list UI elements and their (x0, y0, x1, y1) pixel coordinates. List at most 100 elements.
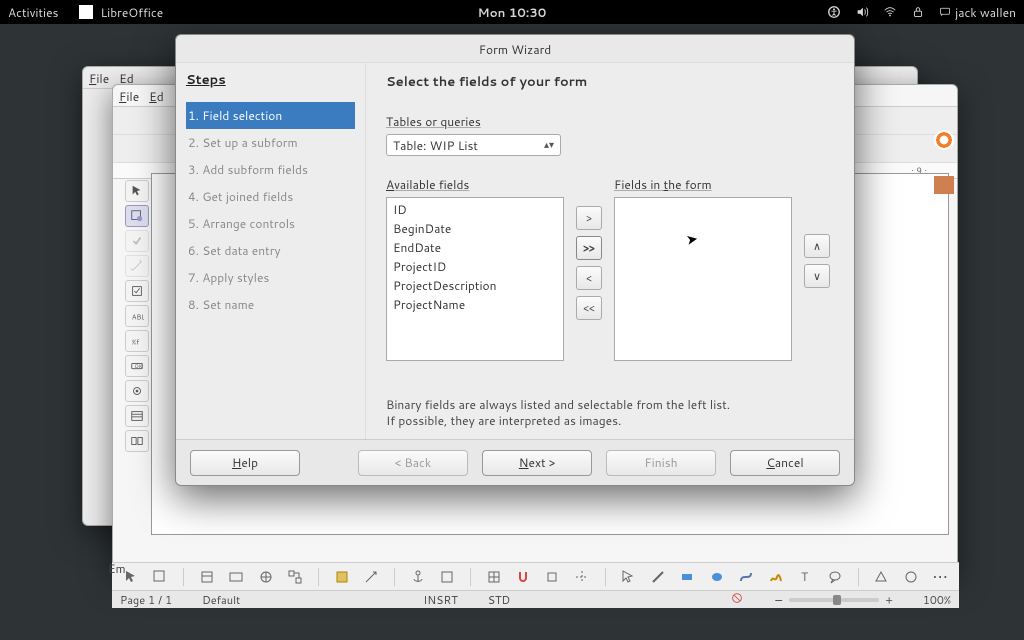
drawing-toolbar: T ⋯ (112, 562, 959, 590)
select-tool-icon[interactable] (125, 180, 149, 202)
add-field-icon[interactable] (331, 567, 352, 587)
help-buoy-icon[interactable] (934, 130, 954, 150)
anchor-icon[interactable] (407, 567, 428, 587)
grid-icon[interactable] (483, 567, 504, 587)
navigator-icon[interactable] (255, 567, 276, 587)
help-button[interactable]: Help (190, 450, 300, 476)
steps-panel: Steps 1. Field selection 2. Set up a sub… (176, 63, 366, 439)
step-8-set-name[interactable]: 8. Set name (186, 291, 355, 318)
freeform-icon[interactable] (765, 567, 786, 587)
ellipse-icon[interactable] (706, 567, 727, 587)
wifi-icon[interactable] (883, 5, 897, 19)
step-4-joined-fields[interactable]: 4. Get joined fields (186, 183, 355, 210)
add-field-button[interactable]: > (576, 206, 602, 230)
zoom-slider[interactable]: − + (774, 592, 893, 608)
form-design-icon[interactable] (149, 567, 170, 587)
list-item[interactable]: EndDate (389, 238, 561, 257)
remove-all-fields-button[interactable]: << (576, 296, 602, 320)
menu-edit[interactable]: Ed (119, 70, 134, 85)
step-3-add-subform-fields[interactable]: 3. Add subform fields (186, 156, 355, 183)
volume-icon[interactable] (855, 5, 869, 19)
listbox-control-icon[interactable] (125, 405, 149, 427)
zoom-in-icon[interactable]: + (885, 592, 893, 608)
tables-queries-combo[interactable]: Table: WIP List ▴▾ (386, 134, 561, 156)
form-properties-icon[interactable] (225, 567, 246, 587)
control-wizard-icon[interactable] (125, 230, 149, 252)
finish-button[interactable]: Finish (606, 450, 716, 476)
form-design-icon[interactable] (125, 205, 149, 227)
symbol-shapes-icon[interactable] (900, 567, 921, 587)
user-menu[interactable]: jack wallen (939, 4, 1016, 21)
truncated-title: Em (108, 560, 126, 577)
checkbox-control-icon[interactable] (125, 280, 149, 302)
accessibility-icon[interactable] (827, 5, 841, 19)
align-icon[interactable] (436, 567, 457, 587)
zoom-out-icon[interactable]: − (774, 592, 783, 608)
app-menu[interactable]: LibreOffice (79, 4, 164, 21)
form-fields-label: Fields in the form (614, 176, 792, 193)
form-fields-listbox[interactable] (614, 197, 792, 361)
helplines-icon[interactable] (571, 567, 592, 587)
step-7-apply-styles[interactable]: 7. Apply styles (186, 264, 355, 291)
menu-file[interactable]: FFileile (89, 70, 109, 85)
rect-icon[interactable] (677, 567, 698, 587)
lock-icon[interactable] (911, 5, 925, 19)
cursor-icon[interactable] (618, 567, 639, 587)
wand-icon[interactable] (125, 255, 149, 277)
menu-edit[interactable]: Ed (149, 88, 164, 103)
list-item[interactable]: ProjectDescription (389, 276, 561, 295)
add-all-fields-button[interactable]: >> (576, 236, 602, 260)
basic-shapes-icon[interactable] (871, 567, 892, 587)
text-icon[interactable]: T (795, 567, 816, 587)
selection-mode[interactable]: STD (488, 592, 510, 608)
user-name-label: jack wallen (955, 4, 1016, 21)
save-indicator-icon (730, 591, 744, 609)
list-item[interactable]: BeginDate (389, 219, 561, 238)
panel-clock[interactable]: Mon 10:30 (478, 4, 547, 21)
slider-track[interactable] (789, 598, 879, 602)
next-button[interactable]: Next > (482, 450, 592, 476)
back-button[interactable]: < Back (358, 450, 468, 476)
zoom-percent[interactable]: 100% (923, 592, 951, 608)
tab-order-icon[interactable] (284, 567, 305, 587)
info-line-1: Binary fields are always listed and sele… (386, 397, 730, 413)
snap-icon[interactable] (512, 567, 533, 587)
step-1-field-selection[interactable]: 1. Field selection (186, 102, 355, 129)
curve-icon[interactable] (736, 567, 757, 587)
move-up-button[interactable]: ∧ (804, 234, 830, 258)
svg-text:ABL: ABL (132, 313, 144, 323)
right-toolbar-fragment (934, 130, 954, 194)
label-control-icon[interactable]: ABL (125, 305, 149, 327)
cancel-button[interactable]: Cancel (730, 450, 840, 476)
pushbutton-control-icon[interactable]: OK (125, 355, 149, 377)
libreoffice-icon (79, 5, 93, 19)
line-icon[interactable] (647, 567, 668, 587)
insert-mode[interactable]: INSRT (423, 592, 457, 608)
list-item[interactable]: ProjectID (389, 257, 561, 276)
list-item[interactable]: ProjectName (389, 295, 561, 314)
more-controls-icon[interactable] (125, 430, 149, 452)
step-5-arrange-controls[interactable]: 5. Arrange controls (186, 210, 355, 237)
properties-icon[interactable] (196, 567, 217, 587)
order-buttons: ∧ ∨ (804, 174, 830, 361)
guides-icon[interactable] (542, 567, 563, 587)
step-2-setup-subform[interactable]: 2. Set up a subform (186, 129, 355, 156)
list-item[interactable]: ID (389, 200, 561, 219)
more-icon[interactable]: ⋯ (930, 567, 951, 587)
formatted-field-icon[interactable]: %f (125, 330, 149, 352)
menu-file[interactable]: File (119, 88, 139, 103)
activities-button[interactable]: Activities (8, 4, 59, 21)
app-menu-label: LibreOffice (101, 4, 164, 21)
slider-thumb[interactable] (833, 595, 841, 605)
dialog-title: Form Wizard (176, 35, 854, 63)
move-down-button[interactable]: ∨ (804, 264, 830, 288)
available-fields-listbox[interactable]: ID BeginDate EndDate ProjectID ProjectDe… (386, 197, 564, 361)
info-line-2: If possible, they are interpreted as ima… (386, 413, 730, 429)
radio-control-icon[interactable] (125, 380, 149, 402)
remove-field-button[interactable]: < (576, 266, 602, 290)
gallery-icon[interactable] (934, 176, 954, 194)
activation-order-icon[interactable] (360, 567, 381, 587)
step-6-set-data-entry[interactable]: 6. Set data entry (186, 237, 355, 264)
callout-icon[interactable] (824, 567, 845, 587)
svg-text:T: T (801, 569, 809, 585)
